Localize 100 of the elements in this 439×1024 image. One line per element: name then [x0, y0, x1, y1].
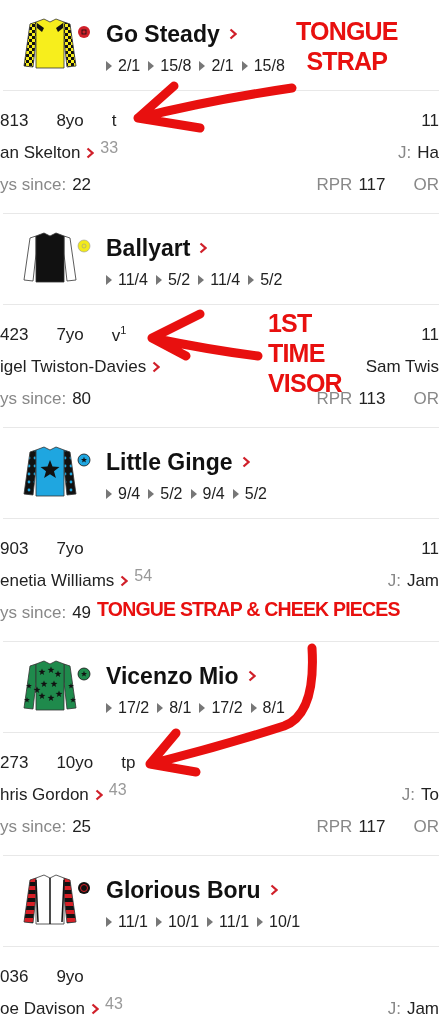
- odds-price[interactable]: 5/2: [160, 485, 183, 503]
- chevron-icon: [120, 575, 129, 587]
- form-figures: 273: [0, 753, 29, 773]
- odds-price[interactable]: 11/1: [219, 913, 250, 931]
- form-figures: 036: [0, 967, 29, 987]
- horse-name[interactable]: Vicenzo Mio: [106, 662, 239, 690]
- form-figures: 903: [0, 539, 29, 559]
- odds-price[interactable]: 15/8: [253, 57, 285, 75]
- weight: 11: [421, 325, 439, 345]
- triangle-icon: [198, 275, 205, 285]
- jockey-name[interactable]: Jam: [406, 571, 439, 591]
- odds-price[interactable]: 17/2: [211, 699, 243, 717]
- trainer-link[interactable]: enetia Williams: [0, 571, 115, 591]
- chevron-icon: [91, 1003, 100, 1015]
- triangle-icon: [155, 275, 162, 285]
- trainer-number: 43: [108, 781, 127, 799]
- horse-name[interactable]: Go Steady: [106, 20, 220, 48]
- odds-price[interactable]: 8/1: [262, 699, 285, 717]
- silk-drawing: [20, 232, 92, 284]
- silk-drawing: [20, 874, 92, 926]
- jockey-name[interactable]: To: [421, 785, 439, 805]
- horse-age: 9yo: [56, 967, 84, 987]
- chevron-icon: [241, 456, 250, 468]
- rpr-value: 117: [358, 175, 386, 195]
- days-label: ys since:: [0, 603, 67, 623]
- weight: 11: [421, 539, 439, 559]
- triangle-icon: [106, 703, 112, 713]
- triangle-icon: [199, 61, 206, 71]
- horse-name[interactable]: Glorious Boru: [106, 876, 261, 904]
- triangle-icon: [148, 61, 155, 71]
- odds-price[interactable]: 11/4: [210, 271, 241, 289]
- jockey-label: J:: [398, 143, 412, 163]
- jockey-name[interactable]: Ha: [417, 143, 439, 163]
- chevron-icon: [228, 28, 237, 40]
- form-figures: 813: [0, 111, 29, 131]
- trainer-link[interactable]: oe Davison: [0, 999, 86, 1019]
- odds-price[interactable]: 8/1: [169, 699, 192, 717]
- horse-age: 8yo: [56, 111, 84, 131]
- days-label: ys since:: [0, 817, 67, 837]
- trainer-link[interactable]: hris Gordon: [0, 785, 89, 805]
- annotation-text: TONGUE STRAP: [296, 16, 398, 76]
- odds-price[interactable]: 5/2: [244, 485, 267, 503]
- triangle-icon: [106, 489, 112, 499]
- odds-price[interactable]: 2/1: [211, 57, 234, 75]
- jockey-label: J:: [387, 571, 401, 591]
- triangle-icon: [248, 275, 255, 285]
- rpr-value: 117: [358, 817, 386, 837]
- horse-age: 7yo: [56, 325, 84, 345]
- chevron-icon: [247, 670, 256, 682]
- rpr-label: RPR: [316, 175, 353, 195]
- horse-age: 7yo: [56, 539, 84, 559]
- odds-price[interactable]: 9/4: [118, 485, 141, 503]
- odds-price[interactable]: 10/1: [269, 913, 301, 931]
- jockey-label: J:: [387, 999, 401, 1019]
- triangle-icon: [199, 703, 206, 713]
- triangle-icon: [106, 61, 112, 71]
- chevron-icon: [269, 884, 278, 896]
- chevron-icon: [94, 789, 103, 801]
- odds-price[interactable]: 15/8: [160, 57, 192, 75]
- weight: 11: [421, 111, 439, 131]
- or-label: OR: [413, 175, 439, 195]
- triangle-icon: [106, 275, 112, 285]
- days-value: 49: [72, 603, 92, 623]
- silk-drawing: [20, 660, 92, 712]
- jockey-name[interactable]: Jam: [406, 999, 439, 1019]
- odds-price[interactable]: 2/1: [118, 57, 141, 75]
- horse-name[interactable]: Little Ginge: [106, 448, 233, 476]
- days-label: ys since:: [0, 389, 67, 409]
- horse-name[interactable]: Ballyart: [106, 234, 191, 262]
- trainer-number: 54: [134, 567, 153, 585]
- days-value: 25: [72, 817, 92, 837]
- odds-price[interactable]: 17/2: [118, 699, 150, 717]
- trainer-number: 33: [100, 139, 119, 157]
- headgear-code: v$^{1}$: [111, 324, 127, 346]
- or-label: OR: [413, 389, 439, 409]
- odds-price[interactable]: 5/2: [167, 271, 191, 289]
- jockey-name[interactable]: Sam Twis: [365, 357, 439, 377]
- silk-drawing: [20, 446, 92, 498]
- trainer-link[interactable]: igel Twiston-Davies: [0, 357, 147, 377]
- odds-price[interactable]: 5/2: [260, 271, 283, 289]
- jockey-label: J:: [401, 785, 416, 805]
- triangle-icon: [232, 489, 239, 499]
- days-value: 80: [72, 389, 92, 409]
- odds-price[interactable]: 11/1: [118, 913, 148, 931]
- rpr-value: 113: [358, 389, 386, 409]
- triangle-icon: [190, 489, 197, 499]
- triangle-icon: [257, 917, 264, 927]
- headgear-code: t: [111, 111, 117, 131]
- odds-price[interactable]: 9/4: [202, 485, 225, 503]
- headgear-code: tp: [121, 753, 136, 773]
- chevron-icon: [152, 361, 161, 373]
- annotation-text: TONGUE STRAP & CHEEK PIECES: [97, 598, 400, 622]
- odds-price[interactable]: 10/1: [167, 913, 200, 931]
- triangle-icon: [157, 703, 164, 713]
- silk-drawing: [20, 18, 92, 70]
- horse-age: 10yo: [56, 753, 94, 773]
- odds-price[interactable]: 11/4: [118, 271, 148, 289]
- triangle-icon: [106, 917, 112, 927]
- chevron-icon: [199, 242, 208, 254]
- trainer-link[interactable]: an Skelton: [0, 143, 81, 163]
